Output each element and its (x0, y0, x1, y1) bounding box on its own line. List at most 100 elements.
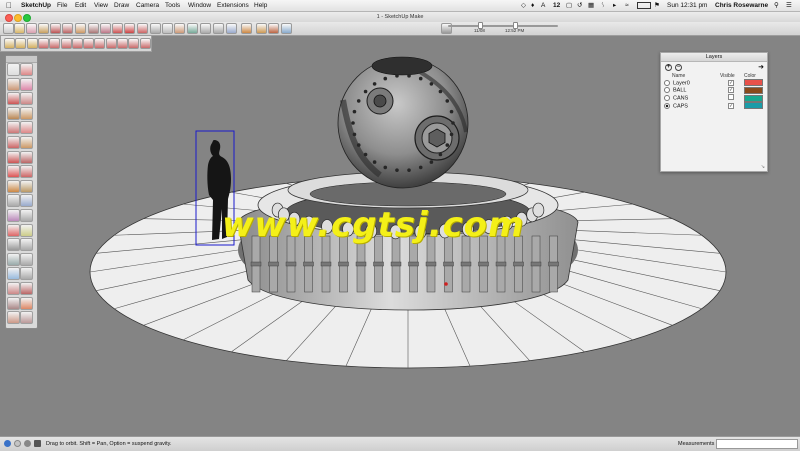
menubar-clock[interactable]: Sun 12:31 pm (667, 2, 707, 9)
scale-tool-icon[interactable] (137, 23, 148, 34)
menubar-user[interactable]: Chris Rosewarne (715, 2, 768, 9)
battery-icon[interactable] (637, 2, 651, 9)
display-icon[interactable]: ▢ (566, 2, 572, 9)
previous-view-icon[interactable] (20, 267, 33, 281)
scale-icon[interactable] (7, 179, 20, 193)
layer-name[interactable]: Layer0 (673, 80, 690, 86)
share-model-icon[interactable] (256, 23, 267, 34)
paint-tool-icon[interactable] (174, 23, 185, 34)
menu-tools[interactable]: Tools (165, 2, 180, 9)
menu-app[interactable]: SketchUp (21, 2, 51, 9)
layer-name[interactable]: BALL (673, 87, 686, 93)
dimension-icon[interactable] (20, 194, 33, 208)
text-tool-icon[interactable] (162, 23, 173, 34)
measurements-input[interactable] (716, 439, 798, 449)
layer-color-swatch[interactable] (744, 86, 763, 94)
zoom-extents-icon[interactable] (7, 267, 20, 281)
offset-icon[interactable] (20, 179, 33, 193)
layers-panel-title[interactable]: Layers (661, 53, 767, 62)
layer-visible-checkbox[interactable] (728, 94, 734, 100)
line-icon[interactable] (7, 92, 20, 106)
polygon-icon[interactable] (20, 121, 33, 135)
layer-visible-checkbox[interactable]: ✓ (728, 87, 734, 94)
tape-measure-icon[interactable] (7, 194, 20, 208)
make-component-icon[interactable] (14, 23, 25, 34)
column-visible[interactable]: Visible (720, 72, 744, 79)
active-layer-radio[interactable] (664, 87, 670, 94)
layer-row[interactable]: CAPS ✓ (664, 102, 764, 110)
hidden-line-style-icon[interactable] (37, 38, 49, 49)
calendar-icon[interactable]: ▦ (588, 2, 594, 9)
instructor-icon[interactable] (24, 440, 31, 447)
geo-location-icon[interactable] (4, 440, 11, 447)
paint-bucket-icon[interactable] (7, 77, 20, 91)
notification-center-icon[interactable]: ☰ (786, 2, 792, 9)
left-view-icon[interactable] (139, 38, 151, 49)
layer-visible-checkbox[interactable]: ✓ (728, 102, 734, 109)
circle-icon[interactable] (7, 121, 20, 135)
add-layer-button[interactable]: + (665, 64, 672, 71)
pie-icon[interactable] (20, 136, 33, 149)
dropbox-icon[interactable]: ◇ (521, 2, 526, 9)
eraser-icon[interactable] (20, 77, 33, 91)
axes-icon[interactable] (7, 223, 20, 237)
offset-tool-icon[interactable] (100, 23, 111, 34)
layer-row[interactable]: BALL ✓ (664, 86, 764, 95)
layer-color-swatch[interactable] (744, 79, 763, 87)
orbit-icon[interactable] (7, 238, 20, 252)
xray-style-icon[interactable] (4, 38, 15, 49)
rotate-tool-icon[interactable] (124, 23, 135, 34)
wireframe-style-icon[interactable] (26, 38, 38, 49)
flag-icon[interactable]: ⚑ (654, 2, 660, 9)
pan-tool-icon[interactable] (200, 23, 211, 34)
zoom-tool-icon[interactable] (213, 23, 224, 34)
back-edges-style-icon[interactable] (15, 38, 27, 49)
menu-help[interactable]: Help (254, 2, 267, 9)
warehouse-icon[interactable] (241, 23, 252, 34)
time-machine-icon[interactable]: ↺ (577, 2, 582, 9)
top-view-icon[interactable] (94, 38, 106, 49)
display-section-planes-icon[interactable] (7, 311, 20, 325)
rectangle-icon[interactable] (7, 106, 20, 120)
pan-icon[interactable] (20, 238, 33, 252)
menu-draw[interactable]: Draw (114, 2, 129, 9)
volume-icon[interactable]: ▸ (613, 2, 616, 9)
protractor-icon[interactable] (7, 209, 20, 222)
spotlight-icon[interactable]: ⚲ (774, 2, 779, 9)
shaded-textures-style-icon[interactable] (60, 38, 72, 49)
orbit-tool-icon[interactable] (187, 23, 198, 34)
arc-tool-icon[interactable] (62, 23, 73, 34)
iso-view-icon[interactable] (83, 38, 95, 49)
menu-camera[interactable]: Camera (136, 2, 159, 9)
layer-row[interactable]: CANS (664, 94, 764, 102)
bluetooth-icon[interactable]: ᛊ (601, 2, 605, 9)
walk-icon[interactable] (7, 296, 20, 310)
zoom-window-icon[interactable] (20, 252, 33, 266)
tape-measure-icon[interactable] (150, 23, 161, 34)
menu-file[interactable]: File (57, 2, 67, 9)
select-tool-icon[interactable] (3, 23, 14, 34)
apple-icon[interactable]:  (6, 1, 12, 10)
active-layer-radio[interactable] (664, 94, 670, 101)
menu-view[interactable]: View (94, 2, 108, 9)
display-section-cuts-icon[interactable] (20, 311, 33, 325)
menu-window[interactable]: Window (188, 2, 211, 9)
layout-icon[interactable] (281, 23, 292, 34)
shaded-style-icon[interactable] (49, 38, 61, 49)
move-tool-icon[interactable] (112, 23, 123, 34)
rotated-rectangle-icon[interactable] (20, 106, 33, 120)
line-tool-icon[interactable] (50, 23, 61, 34)
layer-row[interactable]: Layer0 ✓ (664, 79, 764, 87)
push-pull-icon[interactable] (88, 23, 99, 34)
follow-me-icon[interactable] (20, 165, 33, 179)
front-view-icon[interactable] (105, 38, 117, 49)
menu-extensions[interactable]: Extensions (217, 2, 249, 9)
position-camera-icon[interactable] (7, 282, 20, 295)
active-layer-radio[interactable] (664, 102, 670, 109)
credits-icon[interactable] (14, 440, 21, 447)
paint-bucket-icon[interactable] (38, 23, 49, 34)
help-icon[interactable] (34, 440, 41, 447)
menu-edit[interactable]: Edit (75, 2, 86, 9)
push-pull-icon[interactable] (20, 150, 33, 164)
layer-visible-checkbox[interactable]: ✓ (728, 79, 734, 86)
